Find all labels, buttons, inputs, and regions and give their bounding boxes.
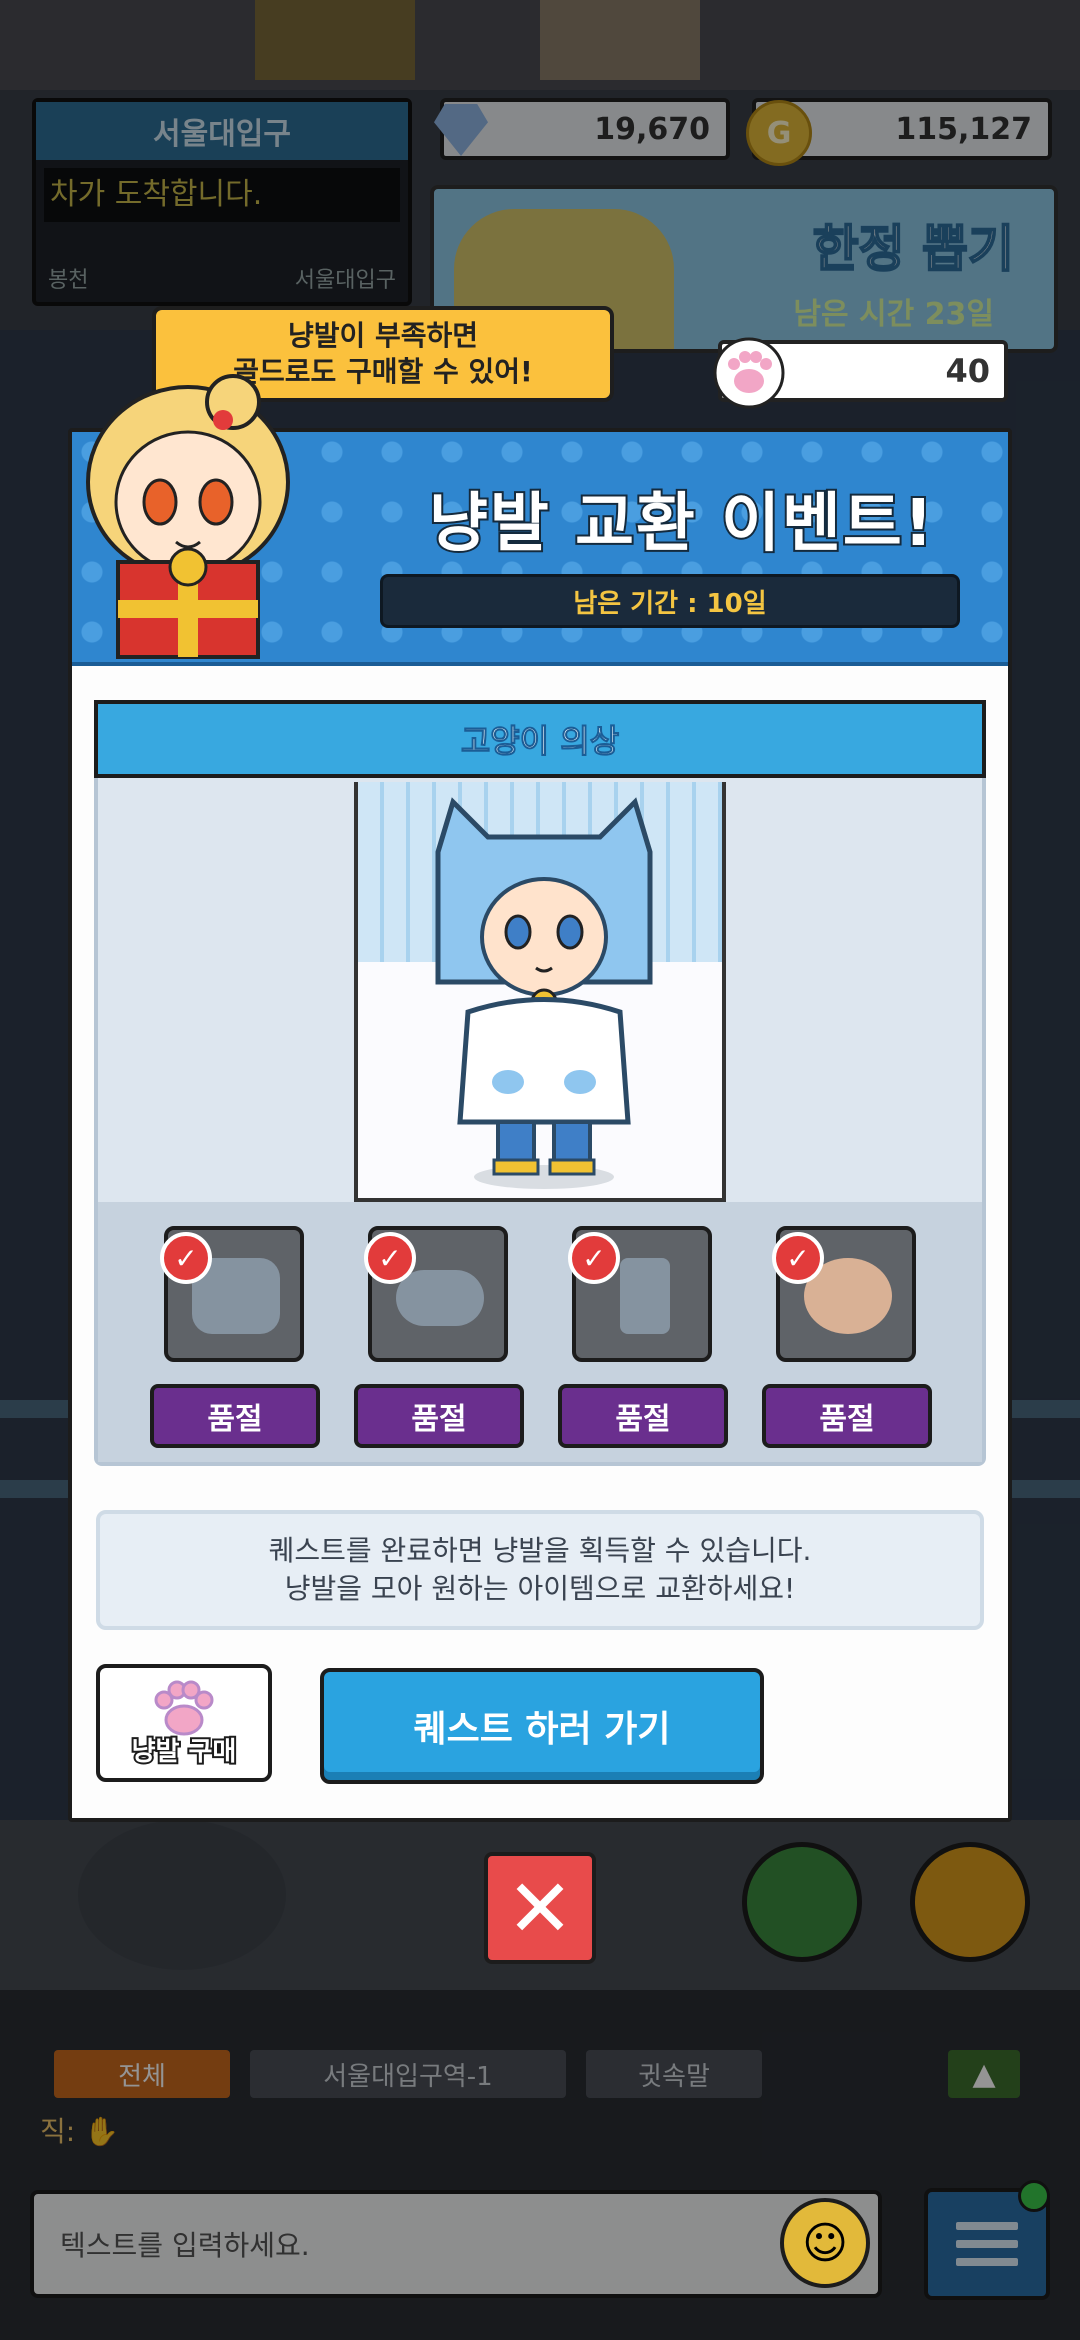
- costume-panel: 고양이 의상 ✓ 품절 ✓ 품절 ✓ 품절 ✓ 품절: [94, 700, 986, 1466]
- costume-items: ✓ 품절 ✓ 품절 ✓ 품절 ✓ 품절: [98, 1202, 982, 1462]
- soldout-badge: 품절: [354, 1384, 524, 1448]
- owned-check-icon: ✓: [160, 1232, 212, 1284]
- soldout-badge: 품절: [762, 1384, 932, 1448]
- soldout-badge: 품절: [558, 1384, 728, 1448]
- cat-costume-avatar: [435, 797, 653, 1189]
- close-button[interactable]: ✕: [484, 1852, 596, 1964]
- guide-character: [86, 374, 290, 659]
- emoji-button[interactable]: ☺: [780, 2198, 870, 2288]
- buy-paw-button[interactable]: 냥발 구매: [96, 1664, 272, 1782]
- quest-info-box: 퀘스트를 완료하면 냥발을 획득할 수 있습니다. 냥발을 모아 원하는 아이템…: [96, 1510, 984, 1630]
- remaining-period: 남은 기간 : 10일: [380, 574, 960, 628]
- paw-amount: 40: [945, 352, 990, 390]
- info-line-2: 냥발을 모아 원하는 아이템으로 교환하세요!: [284, 1572, 796, 1605]
- owned-check-icon: ✓: [772, 1232, 824, 1284]
- bubble-line-1: 냥발이 부족하면: [287, 319, 479, 352]
- section-title: 고양이 의상: [94, 700, 986, 778]
- info-line-1: 퀘스트를 완료하면 냥발을 획득할 수 있습니다.: [268, 1534, 812, 1567]
- soldout-badge: 품절: [150, 1384, 320, 1448]
- buy-paw-label: 냥발 구매: [130, 1735, 239, 1769]
- cat-paw-icon: [713, 337, 785, 409]
- owned-check-icon: ✓: [364, 1232, 416, 1284]
- go-to-quest-button[interactable]: 퀘스트 하러 가기: [320, 1668, 764, 1784]
- owned-check-icon: ✓: [568, 1232, 620, 1284]
- costume-preview: [354, 782, 726, 1202]
- paw-counter: 40: [713, 337, 1008, 409]
- modal-title: 냥발 교환 이벤트!: [427, 485, 935, 563]
